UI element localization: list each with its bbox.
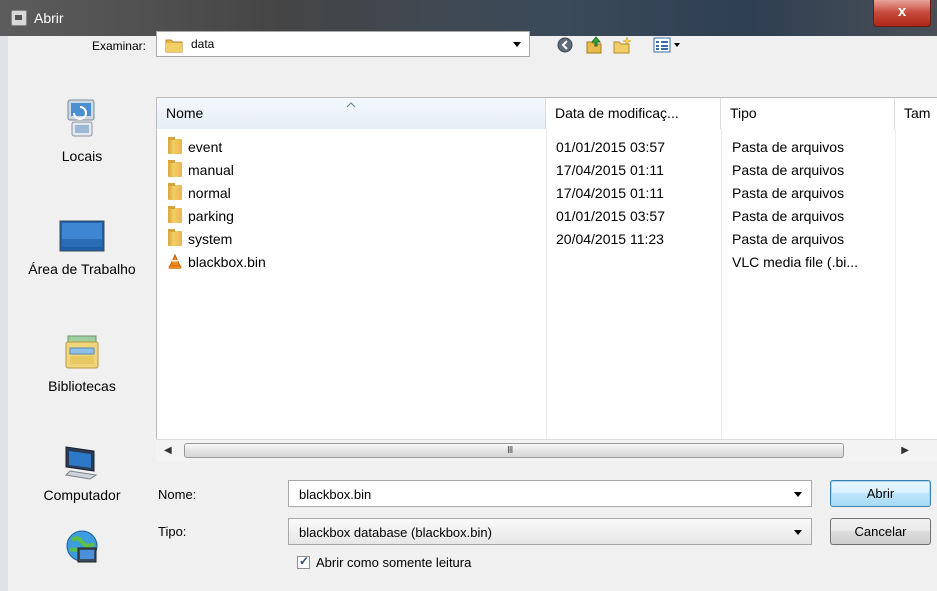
file-name: system <box>188 231 233 247</box>
folder-icon <box>165 39 183 53</box>
file-type: Pasta de arquivos <box>732 139 845 155</box>
view-menu-icon[interactable] <box>652 36 688 54</box>
place-recent[interactable]: Locais <box>18 96 146 166</box>
place-computer[interactable]: Computador <box>18 443 146 505</box>
file-date: 17/04/2015 01:11 <box>556 185 664 201</box>
filename-label: Nome: <box>158 487 197 502</box>
back-icon[interactable] <box>556 36 576 54</box>
file-type: Pasta de arquivos <box>732 231 845 247</box>
scrollbar-grip: III <box>507 445 513 456</box>
file-name: manual <box>188 162 234 178</box>
lookin-value: data <box>191 37 215 51</box>
file-name: blackbox.bin <box>188 254 266 270</box>
filetype-label: Tipo: <box>158 524 187 539</box>
scroll-right-icon[interactable]: ▶ <box>901 445 909 456</box>
folder-icon <box>168 160 182 177</box>
computer-icon <box>64 446 98 480</box>
recent-places-icon <box>67 99 95 137</box>
chevron-down-icon[interactable] <box>794 492 802 497</box>
place-label: Computador <box>43 487 121 503</box>
open-button[interactable]: Abrir <box>830 480 931 507</box>
place-libraries[interactable]: Bibliotecas <box>18 328 146 396</box>
column-name-label: Nome <box>166 105 204 121</box>
window-frame <box>0 36 8 591</box>
column-header-size[interactable]: Tam <box>895 98 937 129</box>
folder-icon <box>168 206 182 223</box>
place-label: Locais <box>61 148 103 164</box>
place-label: Bibliotecas <box>48 378 116 394</box>
chevron-down-icon <box>794 530 802 535</box>
network-icon <box>66 530 98 563</box>
close-button[interactable]: x <box>873 0 931 27</box>
file-name: normal <box>188 185 231 201</box>
up-folder-icon[interactable] <box>584 36 604 54</box>
file-row[interactable]: event 01/01/2015 03:57 Pasta de arquivos <box>157 136 937 159</box>
scrollbar-thumb[interactable]: III <box>184 443 844 458</box>
folder-icon <box>168 137 182 154</box>
place-label: Área de Trabalho <box>28 261 136 277</box>
sort-ascending-icon <box>346 102 356 108</box>
vlc-icon <box>168 254 182 269</box>
lookin-dropdown[interactable]: data <box>156 31 530 57</box>
file-row[interactable]: blackbox.bin VLC media file (.bi... <box>157 251 937 274</box>
file-row[interactable]: system 20/04/2015 11:23 Pasta de arquivo… <box>157 228 937 251</box>
libraries-icon <box>65 335 99 369</box>
place-network[interactable] <box>18 526 146 571</box>
lookin-label: Examinar: <box>91 39 146 53</box>
file-list[interactable]: Nome Data de modificaç... Tipo Tam event… <box>156 97 937 440</box>
scroll-left-icon[interactable]: ◀ <box>164 445 172 456</box>
readonly-label[interactable]: Abrir como somente leitura <box>316 555 471 570</box>
file-name: parking <box>188 208 234 224</box>
filename-value: blackbox.bin <box>299 487 372 502</box>
file-date: 17/04/2015 01:11 <box>556 162 664 178</box>
file-type: Pasta de arquivos <box>732 208 845 224</box>
file-row[interactable]: parking 01/01/2015 03:57 Pasta de arquiv… <box>157 205 937 228</box>
desktop-icon <box>59 220 105 252</box>
cancel-button[interactable]: Cancelar <box>830 518 931 545</box>
filename-input[interactable]: blackbox.bin <box>288 480 812 507</box>
place-desktop[interactable]: Área de Trabalho <box>18 219 146 279</box>
file-date: 20/04/2015 11:23 <box>556 231 664 247</box>
app-icon <box>11 10 27 26</box>
folder-icon <box>168 229 182 246</box>
file-name: event <box>188 139 223 155</box>
readonly-checkbox[interactable] <box>297 554 310 569</box>
file-type: Pasta de arquivos <box>732 162 845 178</box>
file-date: 01/01/2015 03:57 <box>556 139 665 155</box>
new-folder-icon[interactable] <box>612 36 632 54</box>
filetype-dropdown[interactable]: blackbox database (blackbox.bin) <box>288 518 812 545</box>
chevron-down-icon <box>513 42 521 47</box>
file-row[interactable]: normal 17/04/2015 01:11 Pasta de arquivo… <box>157 182 937 205</box>
column-header-type[interactable]: Tipo <box>721 98 895 129</box>
column-header-name[interactable]: Nome <box>157 98 546 129</box>
file-row[interactable]: manual 17/04/2015 01:11 Pasta de arquivo… <box>157 159 937 182</box>
file-type: VLC media file (.bi... <box>732 254 859 270</box>
filetype-value: blackbox database (blackbox.bin) <box>299 525 492 540</box>
file-type: Pasta de arquivos <box>732 185 845 201</box>
file-date: 01/01/2015 03:57 <box>556 208 665 224</box>
column-header-date[interactable]: Data de modificaç... <box>546 98 721 129</box>
window-title: Abrir <box>34 10 64 26</box>
horizontal-scrollbar[interactable]: ◀ III ▶ <box>156 439 937 462</box>
folder-icon <box>168 183 182 200</box>
